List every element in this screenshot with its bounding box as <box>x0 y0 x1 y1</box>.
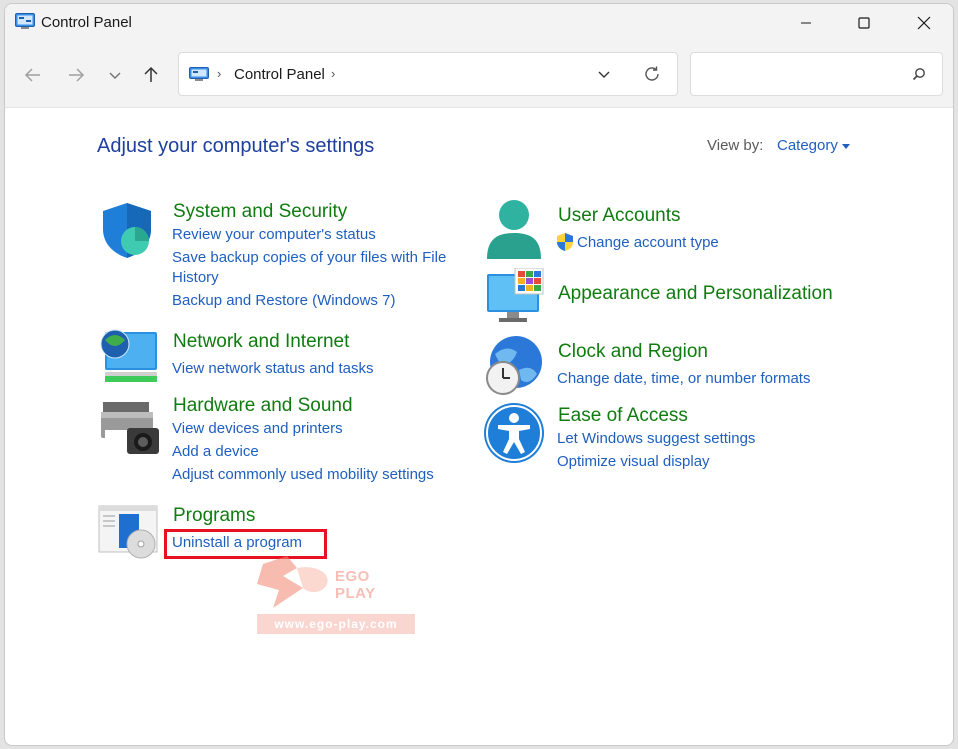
breadcrumb-control-panel[interactable]: Control Panel <box>234 66 325 83</box>
close-icon <box>917 16 931 30</box>
watermark: EGO PLAY www.ego-play.com <box>253 554 415 634</box>
link-network-status[interactable]: View network status and tasks <box>172 359 374 379</box>
minimize-icon <box>801 22 811 24</box>
shield-icon[interactable] <box>99 201 155 259</box>
category-ease-of-access[interactable]: Ease of Access <box>558 405 688 427</box>
link-add-device[interactable]: Add a device <box>172 442 259 462</box>
breadcrumb-chevron[interactable]: › <box>217 66 221 81</box>
control-panel-window: Control Panel › Control Panel › Adjust y… <box>4 3 954 746</box>
programs-icon[interactable] <box>97 504 161 560</box>
category-network-and-internet[interactable]: Network and Internet <box>173 331 349 353</box>
caret-down-icon <box>841 143 850 149</box>
view-by-value[interactable]: Category <box>777 137 838 154</box>
category-system-and-security[interactable]: System and Security <box>173 201 347 223</box>
ego-play-logo <box>257 556 328 608</box>
search-input[interactable] <box>699 61 899 87</box>
link-mobility-settings[interactable]: Adjust commonly used mobility settings <box>172 465 434 485</box>
chevron-down-icon <box>109 72 121 79</box>
arrow-left-icon <box>24 68 40 82</box>
category-user-accounts[interactable]: User Accounts <box>558 205 681 227</box>
category-programs[interactable]: Programs <box>173 505 255 527</box>
search-box[interactable] <box>690 52 943 96</box>
title-bar[interactable]: Control Panel <box>5 4 953 42</box>
view-by-dropdown[interactable]: Category <box>777 137 850 154</box>
category-appearance-and-personalization[interactable]: Appearance and Personalization <box>558 283 833 305</box>
chevron-down-icon <box>598 71 610 78</box>
page-title: Adjust your computer's settings <box>97 135 375 157</box>
up-button[interactable] <box>136 60 166 90</box>
maximize-button[interactable] <box>835 4 893 42</box>
link-backup-restore[interactable]: Backup and Restore (Windows 7) <box>172 291 395 311</box>
recent-locations-button[interactable] <box>100 60 130 90</box>
control-panel-icon <box>15 13 35 29</box>
breadcrumb-chevron[interactable]: › <box>331 66 335 81</box>
link-devices-printers[interactable]: View devices and printers <box>172 419 343 439</box>
address-history-button[interactable] <box>597 67 611 86</box>
user-accounts-icon[interactable] <box>485 199 543 261</box>
window-title: Control Panel <box>41 14 132 31</box>
link-windows-suggest-settings[interactable]: Let Windows suggest settings <box>557 429 755 449</box>
link-date-time-formats[interactable]: Change date, time, or number formats <box>557 369 810 389</box>
maximize-icon <box>858 17 870 29</box>
printer-camera-icon[interactable] <box>99 400 161 456</box>
clock-globe-icon[interactable] <box>483 334 545 396</box>
watermark-brand: EGO PLAY <box>335 568 376 602</box>
address-bar[interactable]: › Control Panel › <box>178 52 678 96</box>
view-by-label: View by: <box>707 137 764 154</box>
link-change-account-type[interactable]: Change account type <box>577 233 719 253</box>
refresh-icon <box>645 66 659 81</box>
category-clock-and-region[interactable]: Clock and Region <box>558 341 708 363</box>
network-globe-icon[interactable] <box>99 326 159 384</box>
accessibility-icon[interactable] <box>483 402 545 464</box>
category-hardware-and-sound[interactable]: Hardware and Sound <box>173 395 353 417</box>
link-review-status[interactable]: Review your computer's status <box>172 225 376 245</box>
link-file-history[interactable]: History <box>172 268 219 288</box>
arrow-right-icon <box>69 68 85 82</box>
forward-button[interactable] <box>61 60 91 90</box>
close-button[interactable] <box>895 4 953 42</box>
arrow-up-icon <box>144 66 158 82</box>
appearance-icon[interactable] <box>485 268 545 324</box>
uac-shield-icon <box>557 233 573 251</box>
watermark-url: www.ego-play.com <box>257 614 415 634</box>
minimize-button[interactable] <box>777 4 835 42</box>
control-panel-icon <box>189 67 209 81</box>
refresh-button[interactable] <box>643 65 661 88</box>
navigation-bar: › Control Panel › <box>5 42 953 108</box>
link-file-history[interactable]: Save backup copies of your files with Fi… <box>172 248 446 268</box>
search-icon[interactable] <box>912 67 926 81</box>
back-button[interactable] <box>18 60 48 90</box>
link-optimize-visual-display[interactable]: Optimize visual display <box>557 452 710 472</box>
